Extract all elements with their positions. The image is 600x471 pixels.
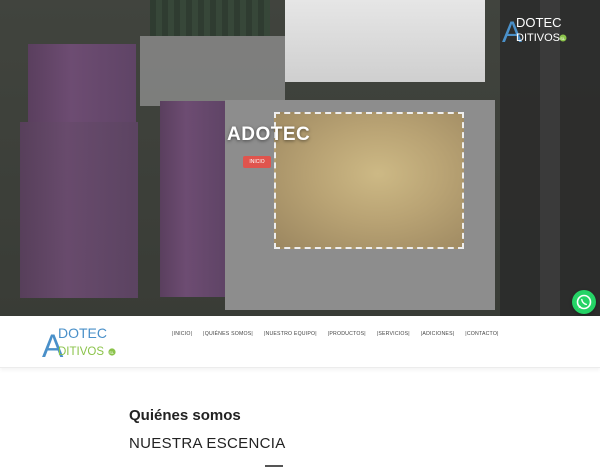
adotec-logo[interactable]: A DOTEC DITIVOS SL <box>42 322 118 362</box>
aerial-building-2 <box>20 122 138 298</box>
aerial-yard <box>140 36 285 106</box>
aerial-building-3 <box>160 101 225 297</box>
hero-banner: A DOTEC DITIVOS SL ADOTEC INICIO <box>0 0 600 316</box>
whatsapp-icon <box>576 294 592 310</box>
hero-inicio-button[interactable]: INICIO <box>243 156 271 168</box>
nav-item-servicios[interactable]: |SERVICIOS| <box>377 328 410 340</box>
nav-item-nuestro-equipo[interactable]: |NUESTRO EQUIPO| <box>264 328 317 340</box>
section-subtitle: NUESTRA ESCENCIA <box>129 435 286 452</box>
svg-text:DOTEC: DOTEC <box>516 15 562 30</box>
whatsapp-button[interactable] <box>572 290 596 314</box>
svg-text:DITIVOS: DITIVOS <box>516 32 560 44</box>
nav-item-productos[interactable]: |PRODUCTOS| <box>328 328 366 340</box>
main-nav: |INICIO| |QUIÉNES SOMOS| |NUESTRO EQUIPO… <box>172 328 510 340</box>
svg-text:SL: SL <box>109 350 115 355</box>
svg-text:DOTEC: DOTEC <box>58 325 107 341</box>
nav-item-quienes-somos[interactable]: |QUIÉNES SOMOS| <box>203 328 253 340</box>
hero-title: ADOTEC <box>227 124 311 145</box>
section-title: Quiénes somos <box>129 407 241 424</box>
section-divider <box>265 465 283 467</box>
aerial-white-roof <box>285 0 485 82</box>
adotec-logo-top[interactable]: A DOTEC DITIVOS SL <box>500 10 570 48</box>
nav-item-inicio[interactable]: |INICIO| <box>172 328 192 340</box>
nav-item-contacto[interactable]: |CONTACTO| <box>465 328 498 340</box>
nav-item-adiciones[interactable]: |ADICIONES| <box>421 328 454 340</box>
svg-text:DITIVOS: DITIVOS <box>58 346 104 358</box>
aerial-greenhouse <box>150 0 270 36</box>
aerial-building-1 <box>28 44 136 122</box>
svg-text:SL: SL <box>560 36 566 41</box>
